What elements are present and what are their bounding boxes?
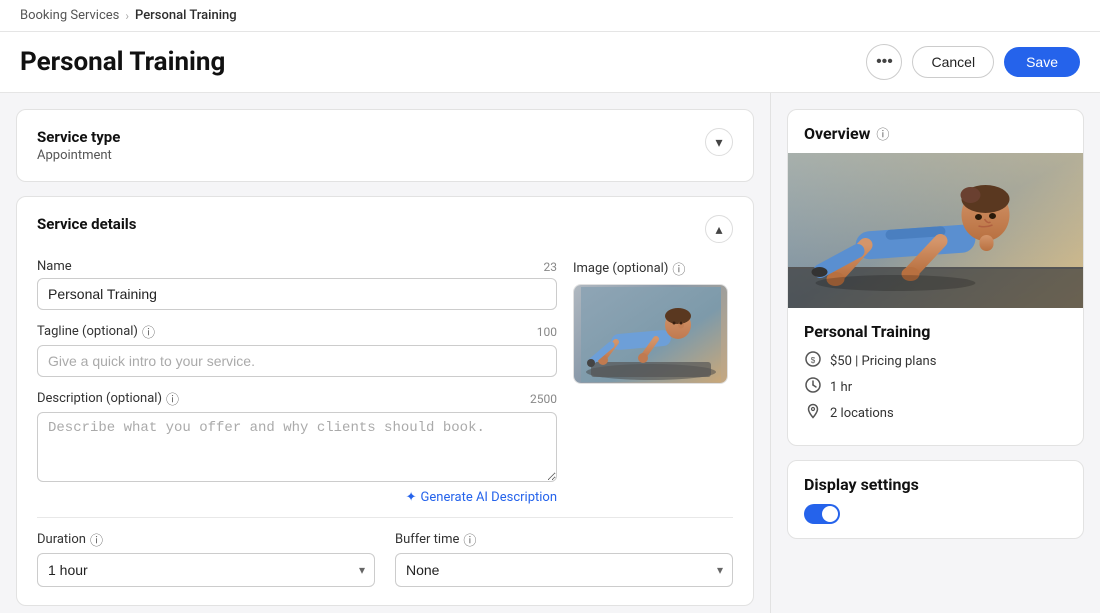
service-type-text: Service type Appointment [37, 128, 120, 163]
main-layout: Service type Appointment ▾ Service detai… [0, 93, 1100, 613]
image-preview-inner [574, 285, 727, 383]
image-preview[interactable] [573, 284, 728, 384]
duration-field: Duration ⓘ 30 minutes 45 minutes 1 hour … [37, 530, 375, 587]
chevron-down-icon: ▾ [715, 134, 722, 151]
description-info-icon: ⓘ [166, 389, 179, 408]
buffer-select-wrapper: None 5 minutes 10 minutes 15 minutes 30 … [395, 553, 733, 587]
clock-icon [804, 377, 822, 397]
generate-ai-row: ✦ Generate AI Description [37, 490, 557, 505]
name-counter: 23 [544, 260, 558, 274]
breadcrumb-parent[interactable]: Booking Services [20, 8, 119, 23]
overview-title: Overview [804, 124, 870, 143]
service-details-title: Service details [37, 215, 136, 233]
overview-info: Personal Training $ $50 | Pricing plans … [788, 308, 1083, 445]
form-divider [37, 517, 733, 518]
duration-buffer-row: Duration ⓘ 30 minutes 45 minutes 1 hour … [37, 530, 733, 587]
tagline-label: Tagline (optional) [37, 324, 138, 339]
name-label-row: Name 23 [37, 259, 557, 274]
tagline-label-row: Tagline (optional) ⓘ 100 [37, 322, 557, 341]
buffer-info-icon: ⓘ [463, 530, 476, 549]
image-label-row: Image (optional) ⓘ [573, 259, 733, 278]
generate-ai-label: Generate AI Description [421, 490, 557, 505]
right-column: Overview ⓘ [770, 93, 1100, 613]
page-title: Personal Training [20, 47, 225, 77]
overview-price: $50 | Pricing plans [830, 354, 936, 369]
overview-price-row: $ $50 | Pricing plans [804, 351, 1067, 371]
overview-info-icon: ⓘ [876, 124, 889, 143]
description-label-row: Description (optional) ⓘ 2500 [37, 389, 557, 408]
breadcrumb-current: Personal Training [135, 8, 237, 23]
display-settings-toggle[interactable] [804, 504, 840, 524]
breadcrumb: Booking Services › Personal Training [0, 0, 1100, 32]
overview-duration-row: 1 hr [804, 377, 1067, 397]
display-settings-toggle-row [804, 504, 1067, 524]
overview-photo-svg [788, 153, 1083, 308]
duration-label: Duration [37, 532, 86, 547]
name-input[interactable] [37, 278, 557, 310]
image-column: Image (optional) ⓘ [573, 259, 733, 384]
description-textarea[interactable] [37, 412, 557, 482]
header-actions: ••• Cancel Save [866, 44, 1080, 80]
service-details-card: Service details ▴ Name 23 [16, 196, 754, 606]
tagline-info-icon: ⓘ [142, 322, 155, 341]
image-info-icon: ⓘ [672, 259, 685, 278]
name-column: Name 23 Tagline (optional) ⓘ 100 [37, 259, 557, 505]
service-type-collapse-button[interactable]: ▾ [705, 128, 733, 156]
service-details-inner: Name 23 Tagline (optional) ⓘ 100 [37, 259, 733, 587]
duration-info-icon: ⓘ [90, 530, 103, 549]
duration-label-row: Duration ⓘ [37, 530, 375, 549]
tagline-counter: 100 [537, 325, 557, 339]
overview-locations: 2 locations [830, 406, 894, 421]
overview-header: Overview ⓘ [788, 110, 1083, 153]
service-type-title: Service type [37, 128, 120, 146]
overview-photo [788, 153, 1083, 308]
buffer-select[interactable]: None 5 minutes 10 minutes 15 minutes 30 … [395, 553, 733, 587]
service-details-header: Service details ▴ [37, 215, 733, 243]
description-counter: 2500 [530, 392, 557, 406]
overview-service-name: Personal Training [804, 322, 1067, 341]
cancel-button[interactable]: Cancel [912, 46, 994, 78]
service-details-collapse-button[interactable]: ▴ [705, 215, 733, 243]
generate-ai-link[interactable]: ✦ Generate AI Description [406, 490, 557, 505]
overview-card: Overview ⓘ [787, 109, 1084, 446]
buffer-label: Buffer time [395, 532, 459, 547]
duration-select[interactable]: 30 minutes 45 minutes 1 hour 1.5 hours 2… [37, 553, 375, 587]
duration-select-wrapper: 30 minutes 45 minutes 1 hour 1.5 hours 2… [37, 553, 375, 587]
breadcrumb-separator: › [125, 9, 129, 23]
chevron-up-icon: ▴ [715, 221, 722, 238]
overview-locations-row: 2 locations [804, 403, 1067, 423]
name-image-row: Name 23 Tagline (optional) ⓘ 100 [37, 259, 733, 505]
description-label: Description (optional) [37, 391, 162, 406]
more-options-button[interactable]: ••• [866, 44, 902, 80]
tagline-input[interactable] [37, 345, 557, 377]
image-label: Image (optional) [573, 261, 668, 276]
service-type-header: Service type Appointment ▾ [37, 128, 733, 163]
save-button[interactable]: Save [1004, 47, 1080, 77]
overview-duration: 1 hr [830, 380, 852, 395]
price-icon: $ [804, 351, 822, 371]
buffer-label-row: Buffer time ⓘ [395, 530, 733, 549]
display-settings-title: Display settings [804, 475, 1067, 494]
display-settings-card: Display settings [787, 460, 1084, 539]
buffer-field: Buffer time ⓘ None 5 minutes 10 minutes … [395, 530, 733, 587]
service-type-card: Service type Appointment ▾ [16, 109, 754, 182]
name-label: Name [37, 259, 72, 274]
location-icon [804, 403, 822, 423]
left-column: Service type Appointment ▾ Service detai… [0, 93, 770, 613]
page-header: Personal Training ••• Cancel Save [0, 32, 1100, 93]
svg-text:$: $ [811, 356, 816, 365]
service-type-subtitle: Appointment [37, 148, 120, 163]
sparkle-icon: ✦ [406, 490, 417, 505]
preview-image-svg [581, 287, 721, 382]
